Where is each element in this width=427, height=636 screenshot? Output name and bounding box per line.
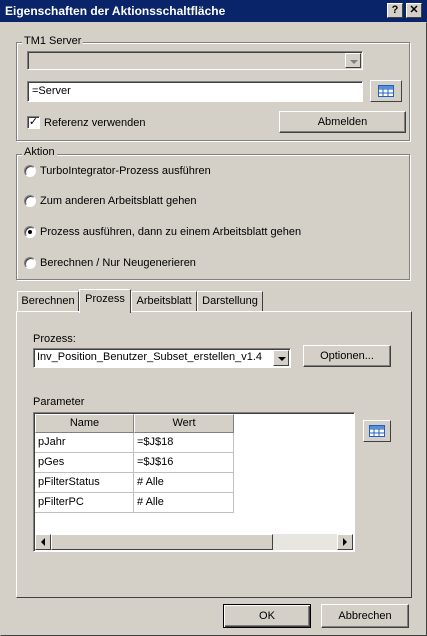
close-icon: ✕ <box>409 4 419 16</box>
help-button[interactable]: ? <box>387 3 403 18</box>
scroll-left-button[interactable] <box>35 534 51 550</box>
param-value-cell[interactable]: # Alle <box>134 493 234 513</box>
arrow-right-icon <box>343 538 347 546</box>
server-reference-value: =Server <box>32 85 71 97</box>
tab-arbeitsblatt[interactable]: Arbeitsblatt <box>131 291 197 311</box>
scroll-right-button[interactable] <box>337 534 353 550</box>
server-cell-picker-button[interactable] <box>370 80 402 102</box>
tab-darstellung[interactable]: Darstellung <box>197 291 263 311</box>
use-reference-checkbox[interactable]: ✓ <box>27 116 40 129</box>
radio-run-ti-process[interactable] <box>24 165 36 177</box>
process-label: Prozess: <box>33 333 76 345</box>
arrow-left-icon <box>41 538 45 546</box>
grid-empty-header <box>234 414 352 433</box>
cell-reference-icon <box>378 85 394 97</box>
process-dropdown[interactable]: Inv_Position_Benutzer_Subset_erstellen_v… <box>33 348 291 368</box>
cancel-button[interactable]: Abbrechen <box>321 604 409 628</box>
radio-goto-worksheet[interactable] <box>24 195 36 207</box>
action-legend: Aktion <box>22 146 57 158</box>
title-bar: Eigenschaften der Aktionsschaltfläche <box>0 0 427 22</box>
cell-reference-icon <box>369 425 385 437</box>
param-value-cell[interactable]: =$J$18 <box>134 433 234 453</box>
param-name-cell[interactable]: pFilterPC <box>35 493 134 513</box>
radio-selected-dot <box>28 230 32 234</box>
param-name-cell[interactable]: pFilterStatus <box>35 473 134 493</box>
radio-run-then-goto-label[interactable]: Prozess ausführen, dann zu einem Arbeits… <box>40 226 301 238</box>
param-name-cell[interactable]: pJahr <box>35 433 134 453</box>
scroll-thumb[interactable] <box>51 534 273 550</box>
process-dropdown-value: Inv_Position_Benutzer_Subset_erstellen_v… <box>37 351 263 363</box>
parameters-label: Parameter <box>33 396 85 408</box>
server-dropdown <box>27 51 363 70</box>
logout-button[interactable]: Abmelden <box>279 111 406 133</box>
help-icon: ? <box>391 4 399 16</box>
tab-berechnen[interactable]: Berechnen <box>17 291 79 311</box>
window-title: Eigenschaften der Aktionsschaltfläche <box>5 4 226 18</box>
param-value-cell[interactable]: =$J$16 <box>134 453 234 473</box>
radio-recalculate[interactable] <box>24 257 36 269</box>
use-reference-label: Referenz verwenden <box>44 117 146 129</box>
ok-button[interactable]: OK <box>223 604 311 628</box>
server-dropdown-arrow-icon <box>345 53 361 68</box>
radio-goto-worksheet-label[interactable]: Zum anderen Arbeitsblatt gehen <box>40 195 197 207</box>
tab-prozess[interactable]: Prozess <box>79 289 131 313</box>
column-header-name[interactable]: Name <box>35 414 134 433</box>
server-reference-input[interactable]: =Server <box>27 81 363 102</box>
options-button[interactable]: Optionen... <box>303 345 391 367</box>
close-button[interactable]: ✕ <box>406 3 422 18</box>
radio-run-then-goto[interactable] <box>24 226 36 238</box>
param-name-cell[interactable]: pGes <box>35 453 134 473</box>
tm1-server-legend: TM1 Server <box>22 35 84 47</box>
param-value-cell[interactable]: # Alle <box>134 473 234 493</box>
radio-run-ti-process-label[interactable]: TurboIntegrator-Prozess ausführen <box>40 165 211 177</box>
radio-recalculate-label[interactable]: Berechnen / Nur Neugenerieren <box>40 257 196 269</box>
parameter-cell-picker-button[interactable] <box>363 420 391 442</box>
process-dropdown-arrow-icon[interactable] <box>273 350 289 366</box>
column-header-value[interactable]: Wert <box>134 414 234 433</box>
